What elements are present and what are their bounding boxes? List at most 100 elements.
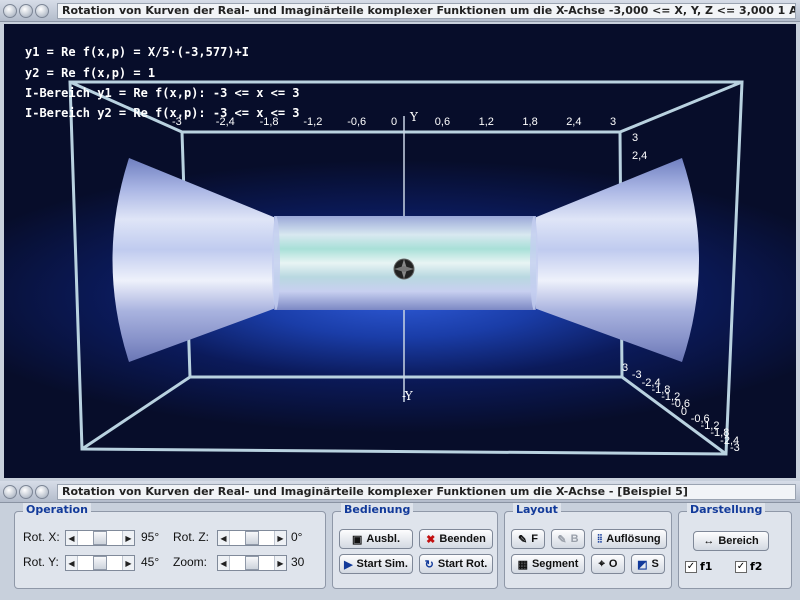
rot-z-label: Rot. Z: — [173, 530, 210, 544]
start-rot-button[interactable]: ↻ Start Rot. — [419, 554, 493, 574]
equation-y2: y2 = Re f(x,p) = 1 — [25, 66, 156, 80]
darstellung-title: Darstellung — [687, 503, 766, 516]
zoom-slider[interactable]: ◀ ▶ — [217, 555, 287, 571]
x-tick-label: 3 — [610, 116, 617, 128]
rot-z-left-arrow-icon[interactable]: ◀ — [218, 531, 230, 545]
layout-group: Layout ✎ F ✎ B ⦙⦙ Auflösung ▦ Segment ⌖ … — [504, 503, 672, 589]
bereich-button[interactable]: ↔ Bereich — [693, 531, 769, 551]
x-tick-label: -1,8 — [259, 116, 279, 128]
f2-check-icon[interactable]: ✓ — [735, 560, 747, 573]
rot-x-value: 95° — [141, 530, 160, 544]
o-button[interactable]: ⌖ O — [591, 554, 625, 574]
segment-label: Segment — [531, 558, 579, 570]
pen-icon: ✎ — [557, 533, 567, 546]
window-menu-button[interactable] — [3, 3, 17, 18]
rot-x-left-arrow-icon[interactable]: ◀ — [66, 531, 78, 545]
paint-icon: ◩ — [637, 558, 648, 571]
resolution-icon: ⦙⦙ — [597, 532, 603, 545]
left-cone — [112, 158, 276, 362]
o-label: O — [608, 558, 618, 570]
rot-y-slider[interactable]: ◀ ▶ — [65, 555, 135, 571]
rot-z-value: 0° — [291, 530, 303, 544]
close-icon: ✖ — [426, 533, 436, 546]
bereich-label: Bereich — [718, 535, 759, 547]
maximize-button-2[interactable] — [35, 484, 49, 499]
brush-icon: ✎ — [518, 533, 528, 546]
rot-y-thumb[interactable] — [93, 556, 107, 570]
rot-z-right-arrow-icon[interactable]: ▶ — [274, 531, 286, 545]
rot-y-label: Rot. Y: — [23, 555, 59, 569]
rot-x-right-arrow-icon[interactable]: ▶ — [122, 531, 134, 545]
zoom-thumb[interactable] — [245, 556, 259, 570]
s-label: S — [651, 558, 659, 570]
ausbl-button[interactable]: ▣ Ausbl. — [339, 529, 413, 549]
control-panel: Operation Rot. X: ◀ ▶ 95° Rot. Y: ◀ ▶ 45… — [0, 503, 800, 600]
x-tick-label: 0,6 — [434, 116, 451, 128]
zoom-value: 30 — [291, 555, 305, 569]
rot-y-left-arrow-icon[interactable]: ◀ — [66, 556, 78, 570]
rot-z-slider[interactable]: ◀ ▶ — [217, 530, 287, 546]
f1-label: f1 — [700, 560, 713, 573]
start-sim-label: Start Sim. — [356, 558, 408, 570]
beenden-label: Beenden — [439, 533, 486, 545]
zoom-label: Zoom: — [173, 555, 208, 569]
operation-group: Operation Rot. X: ◀ ▶ 95° Rot. Y: ◀ ▶ 45… — [14, 503, 326, 589]
equation-y1: y1 = Re f(x,p) = X/5·(-3,577)+I — [25, 45, 249, 59]
f-button[interactable]: ✎ F — [511, 529, 545, 549]
x-tick-label: -1,2 — [303, 116, 323, 128]
x-tick-label: 2,4 — [566, 116, 582, 128]
segment-button[interactable]: ▦ Segment — [511, 554, 585, 574]
x-tick-label: 1,8 — [522, 116, 538, 128]
x-tick-label: -0,6 — [347, 116, 367, 128]
start-sim-button[interactable]: ▶ Start Sim. — [339, 554, 413, 574]
aufloesung-button[interactable]: ⦙⦙ Auflösung — [591, 529, 667, 549]
rot-y-right-arrow-icon[interactable]: ▶ — [122, 556, 134, 570]
x-tick-label: 0 — [391, 116, 398, 128]
f1-checkbox[interactable]: ✓ f1 — [685, 560, 712, 573]
main-titlebar[interactable]: Rotation von Kurven der Real- und Imagin… — [0, 0, 800, 22]
minimize-button-2[interactable] — [19, 484, 33, 499]
right-tick-label: 3 — [622, 362, 629, 374]
x-tick-label: -2,4 — [215, 116, 235, 128]
control-window-title: Rotation von Kurven der Real- und Imagin… — [57, 483, 796, 500]
rot-x-slider[interactable]: ◀ ▶ — [65, 530, 135, 546]
rot-x-label: Rot. X: — [23, 530, 60, 544]
zoom-left-arrow-icon[interactable]: ◀ — [218, 556, 230, 570]
range-y1: I-Bereich y1 = Re f(x,p): -3 <= x <= 3 — [25, 86, 300, 100]
right-tick-label: 3 — [632, 132, 639, 144]
play-icon: ▶ — [344, 558, 353, 571]
right-tick-label: -3 — [631, 369, 642, 382]
f-label: F — [531, 533, 538, 545]
grid-icon: ▦ — [517, 558, 528, 571]
crosshair-icon: ⌖ — [598, 557, 605, 570]
f2-checkbox[interactable]: ✓ f2 — [735, 560, 762, 573]
bedienung-title: Bedienung — [341, 503, 414, 516]
control-titlebar[interactable]: Rotation von Kurven der Real- und Imagin… — [0, 481, 800, 503]
right-tick-label: 0 — [680, 405, 688, 418]
layout-title: Layout — [513, 503, 561, 516]
b-button[interactable]: ✎ B — [551, 529, 585, 549]
y-axis-label: Y — [410, 110, 418, 124]
s-button[interactable]: ◩ S — [631, 554, 665, 574]
beenden-button[interactable]: ✖ Beenden — [419, 529, 493, 549]
minimize-button[interactable] — [19, 3, 33, 18]
range-y2: I-Bereich y2 = Re f(x,p): -3 <= x <= 3 — [25, 106, 300, 120]
zoom-right-arrow-icon[interactable]: ▶ — [274, 556, 286, 570]
f2-label: f2 — [750, 560, 763, 573]
3d-viewport[interactable]: y1 = Re f(x,p) = X/5·(-3,577)+I y2 = Re … — [4, 24, 796, 478]
darstellung-group: Darstellung ↔ Bereich ✓ f1 ✓ f2 — [678, 503, 792, 589]
start-rot-label: Start Rot. — [437, 558, 488, 570]
range-icon: ↔ — [703, 535, 715, 547]
maximize-button[interactable] — [35, 3, 49, 18]
right-cone — [534, 158, 699, 362]
rot-z-thumb[interactable] — [245, 531, 259, 545]
aufloesung-label: Auflösung — [606, 533, 661, 545]
right-tick-label: 2,4 — [632, 150, 648, 162]
rot-x-thumb[interactable] — [93, 531, 107, 545]
bedienung-group: Bedienung ▣ Ausbl. ✖ Beenden ▶ Start Sim… — [332, 503, 498, 589]
rotate-icon: ↻ — [424, 558, 434, 571]
window-menu-button-2[interactable] — [3, 484, 17, 499]
b-label: B — [570, 533, 579, 545]
operation-title: Operation — [23, 503, 91, 516]
f1-check-icon[interactable]: ✓ — [685, 560, 697, 573]
